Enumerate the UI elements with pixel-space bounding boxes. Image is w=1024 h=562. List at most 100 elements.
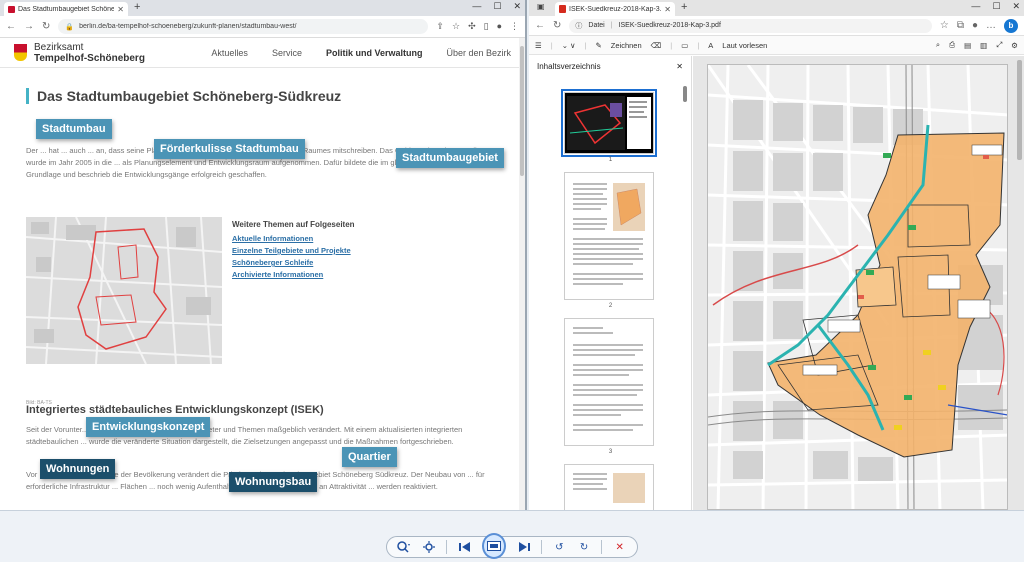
close-panel-icon[interactable]: ✕ [676, 62, 683, 71]
panel-scrollbar[interactable] [683, 86, 687, 102]
nav-item-service[interactable]: Service [272, 48, 302, 58]
scroll-thumb[interactable] [520, 46, 524, 176]
controls-divider [446, 540, 448, 554]
save-as-icon[interactable]: ▥ [980, 41, 987, 50]
address-bar: ← → ↻ 🔒 berlin.de/ba-tempelhof-schoenebe… [0, 16, 525, 38]
toolbar-divider: | [584, 40, 587, 50]
site-brand[interactable]: Bezirksamt Tempelhof-Schöneberg [34, 42, 145, 64]
thumb-graphic-1 [565, 93, 653, 153]
collections-icon[interactable]: ⧉ [957, 20, 964, 31]
close-window-icon[interactable]: ✕ [1012, 1, 1020, 12]
info-icon: ⓘ [575, 22, 583, 30]
forward-icon[interactable]: → [24, 21, 34, 32]
page-thumbnail-4[interactable] [564, 464, 654, 510]
profile-icon[interactable]: ● [972, 20, 978, 31]
page-thumbnail-3[interactable] [564, 318, 654, 446]
bing-icon[interactable]: b [1004, 18, 1018, 33]
close-window-icon[interactable]: ✕ [513, 1, 521, 12]
thumb-graphic-3 [565, 319, 653, 445]
link-schleife[interactable]: Schöneberger Schleife [232, 257, 355, 269]
contents-icon[interactable]: ☰ [535, 41, 542, 50]
keyword-entwicklungskonzept[interactable]: Entwicklungskonzept [86, 417, 211, 437]
keyword-stadtumbau[interactable]: Stadtumbau [36, 119, 112, 139]
left-browser-window: Das Stadtumbaugebiet Schöneb... ✕ + — ☐ … [0, 0, 527, 510]
draw-icon[interactable]: ✎ [596, 41, 602, 50]
right-browser-window: ▣ ISEK-Suedkreuz-2018-Kap-3.pdf ✕ + — ☐ … [529, 0, 1024, 510]
url-text: berlin.de/ba-tempelhof-schoeneberg/zukun… [79, 23, 297, 30]
back-icon[interactable]: ← [535, 20, 545, 31]
keyword-quartier[interactable]: Quartier [342, 447, 397, 467]
pdf-document-area[interactable] [693, 56, 1024, 510]
slideshow-icon[interactable] [482, 533, 507, 559]
page-thumbnail-2[interactable] [564, 172, 654, 300]
back-icon[interactable]: ← [6, 21, 16, 32]
read-aloud-icon[interactable]: A [708, 41, 713, 50]
addr-value: ISEK-Suedkreuz-2018-Kap-3.pdf [618, 22, 721, 29]
read-aloud-button[interactable]: Laut vorlesen [722, 41, 767, 50]
favorites-icon[interactable]: ☆ [940, 20, 949, 31]
highlight-icon[interactable]: ⌄ ∨ [562, 41, 576, 50]
expand-icon[interactable]: ⤢ [996, 40, 1002, 50]
page-view-icon[interactable]: ▭ [681, 41, 688, 50]
pdf-scrollbar[interactable] [1017, 60, 1022, 160]
url-field[interactable]: 🔒 berlin.de/ba-tempelhof-schoeneberg/zuk… [58, 19, 429, 34]
site-header: Bezirksamt Tempelhof-Schöneberg Aktuelle… [0, 38, 525, 68]
minimize-icon[interactable]: — [971, 1, 980, 12]
new-tab-icon[interactable]: + [681, 1, 687, 13]
minimize-icon[interactable]: — [472, 1, 481, 12]
search-icon[interactable]: ⌕ [936, 40, 940, 50]
new-tab-icon[interactable]: + [134, 1, 140, 13]
save-icon[interactable]: ▤ [964, 41, 971, 50]
maximize-icon[interactable]: ☐ [493, 1, 501, 12]
puzzle-icon[interactable]: ✣ [468, 21, 476, 32]
share-icon[interactable]: ⇪ [436, 21, 444, 32]
delete-icon[interactable]: ✕ [612, 539, 627, 555]
nav-item-bezirk[interactable]: Über den Bezirk [446, 48, 511, 58]
page-scrollbar[interactable] [519, 38, 525, 510]
close-icon[interactable]: ✕ [117, 5, 124, 14]
rotate-right-icon[interactable]: ↻ [577, 539, 592, 555]
link-archiv[interactable]: Archivierte Informationen [232, 269, 355, 281]
keyword-stadtumbaugebiet[interactable]: Stadtumbaugebiet [396, 148, 504, 168]
print-icon[interactable]: ⎙ [949, 40, 955, 50]
bear-crest-icon [14, 44, 27, 61]
profile-icon[interactable]: ● [497, 21, 502, 32]
map-thumbnail-graphic [26, 217, 222, 364]
zoom-icon[interactable] [397, 539, 412, 555]
menu-icon[interactable]: … [986, 20, 996, 31]
nav-item-politik[interactable]: Politik und Verwaltung [326, 48, 423, 58]
keyword-foerderkulisse[interactable]: Förderkulisse Stadtumbau [154, 139, 305, 159]
tab-pdf[interactable]: ISEK-Suedkreuz-2018-Kap-3.pdf ✕ [555, 2, 675, 16]
map-page[interactable] [707, 64, 1008, 510]
link-aktuelle-informationen[interactable]: Aktuelle Informationen [232, 233, 355, 245]
tab-stadtumbaugebiet[interactable]: Das Stadtumbaugebiet Schöneb... ✕ [4, 2, 128, 16]
keyword-wohnungsbau[interactable]: Wohnungsbau [229, 472, 318, 492]
extension-icons: ⇪ ☆ ✣ ▯ ● ⋮ [436, 21, 519, 32]
brand-line-2: Tempelhof-Schöneberg [34, 52, 145, 64]
eraser-icon[interactable]: ⌫ [651, 41, 662, 50]
sidebar-icon[interactable]: ▯ [484, 21, 489, 32]
draw-button[interactable]: Zeichnen [611, 41, 642, 50]
actual-size-icon[interactable] [422, 539, 437, 555]
star-icon[interactable]: ☆ [452, 21, 460, 32]
lock-icon: 🔒 [65, 23, 75, 31]
keyword-wohnungen[interactable]: Wohnungen [40, 459, 116, 479]
reload-icon[interactable]: ↻ [553, 20, 561, 31]
tab-actions-icon[interactable]: ▣ [537, 2, 545, 11]
page-thumbnail-1[interactable] [561, 89, 657, 157]
nav-item-aktuelles[interactable]: Aktuelles [211, 48, 248, 58]
previous-icon[interactable] [457, 539, 472, 555]
reload-icon[interactable]: ↻ [42, 21, 50, 32]
rotate-left-icon[interactable]: ↺ [552, 539, 567, 555]
menu-icon[interactable]: ⋮ [510, 21, 519, 32]
page-number-1: 1 [608, 157, 613, 163]
link-teilgebiete[interactable]: Einzelne Teilgebiete und Projekte [232, 245, 355, 257]
maximize-icon[interactable]: ☐ [992, 1, 1000, 12]
area-map-image[interactable] [26, 217, 222, 364]
settings-icon[interactable]: ⚙ [1011, 41, 1018, 50]
pdf-url-field[interactable]: ⓘ Datei | ISEK-Suedkreuz-2018-Kap-3.pdf [569, 18, 932, 33]
berlin-favicon-icon [8, 5, 15, 13]
next-icon[interactable] [516, 539, 531, 555]
toolbar-divider: | [697, 40, 700, 50]
close-icon[interactable]: ✕ [664, 5, 671, 14]
